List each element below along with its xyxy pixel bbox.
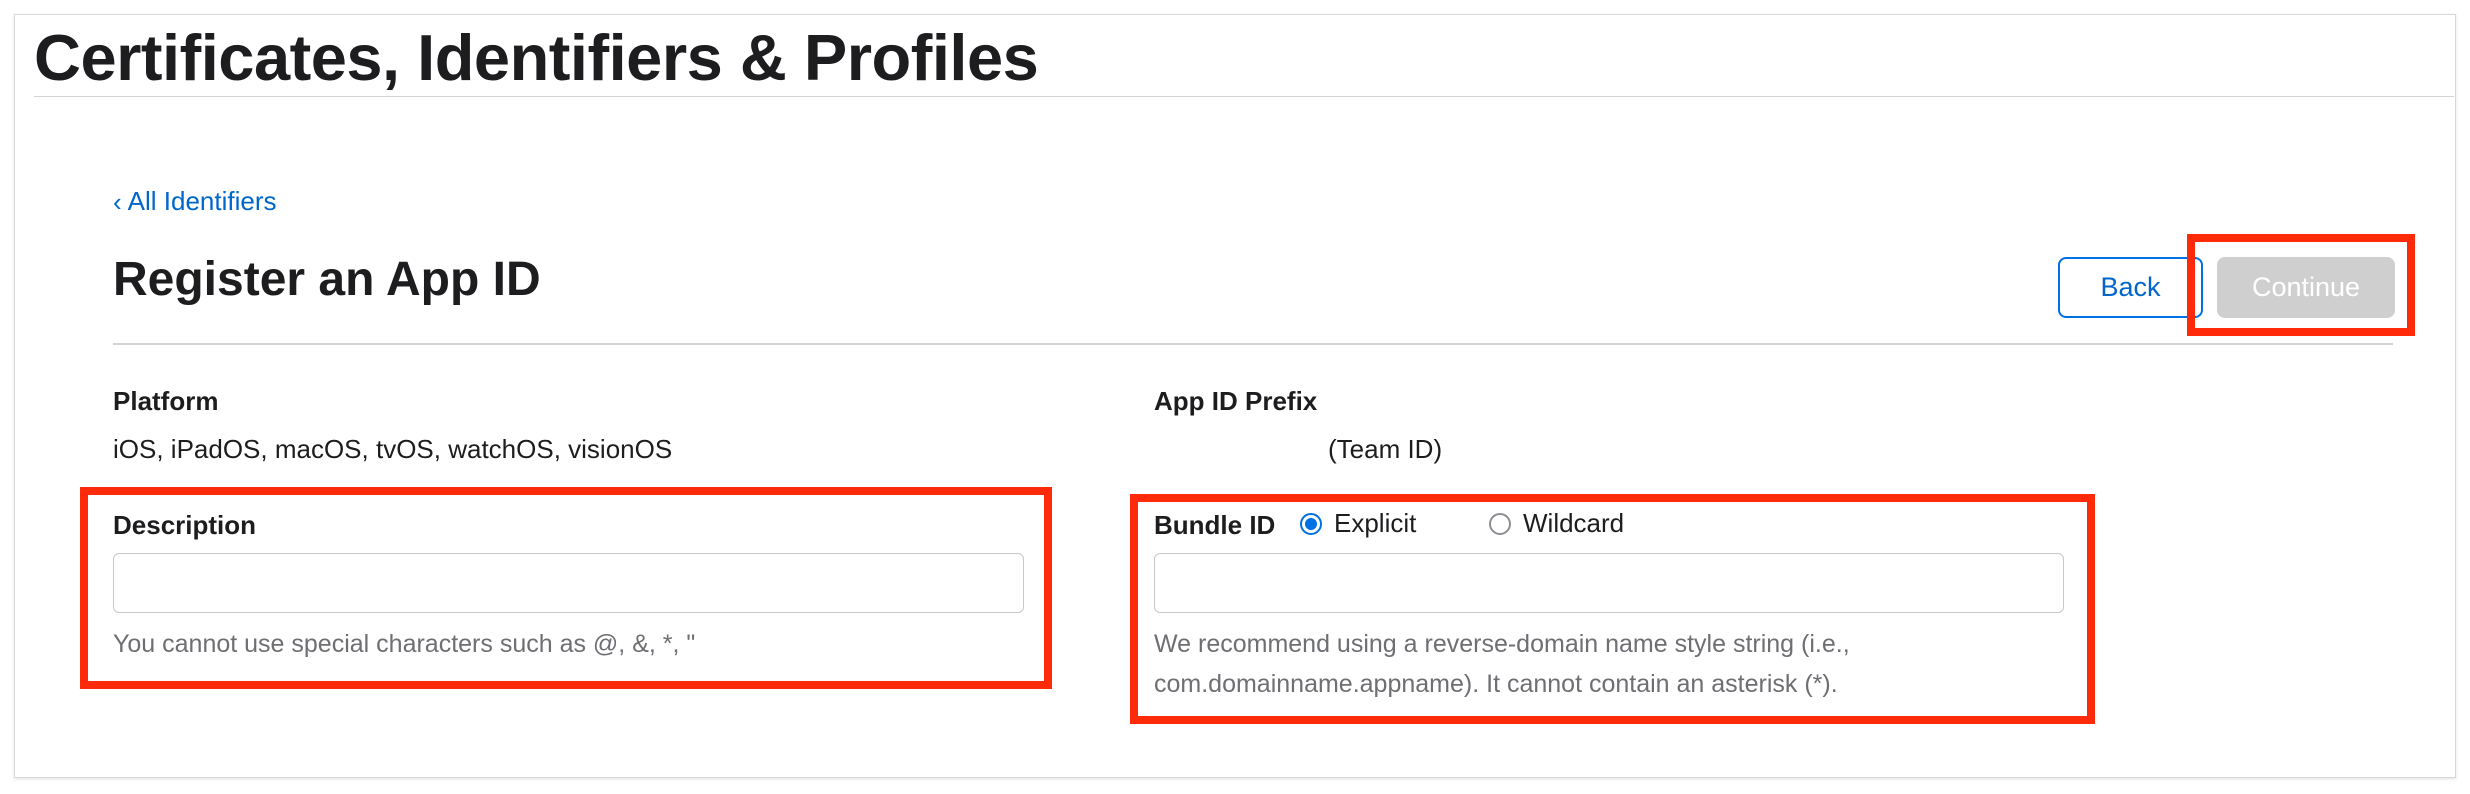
description-label: Description: [113, 510, 257, 540]
radio-wildcard-indicator[interactable]: [1489, 512, 1511, 535]
radio-explicit-label: Explicit: [1334, 508, 1417, 538]
app-id-prefix-label: App ID Prefix: [1154, 386, 1318, 416]
platform-value: iOS, iPadOS, macOS, tvOS, watchOS, visio…: [113, 434, 673, 464]
platform-label: Platform: [113, 386, 219, 416]
radio-wildcard-label: Wildcard: [1523, 508, 1625, 538]
description-input[interactable]: [113, 553, 1024, 613]
breadcrumb-label: All Identifiers: [127, 186, 277, 216]
description-help: You cannot use special characters such a…: [113, 630, 696, 658]
section-title: Register an App ID: [113, 253, 541, 306]
section-divider: [113, 343, 2393, 345]
app-id-prefix-value: (Team ID): [1328, 434, 1443, 464]
bundle-id-help-line2: com.domainname.appname). It cannot conta…: [1154, 670, 1838, 698]
bundle-id-label: Bundle ID: [1154, 510, 1276, 540]
bundle-id-input[interactable]: [1154, 553, 2064, 613]
radio-explicit[interactable]: Explicit: [1300, 508, 1416, 539]
bundle-id-help-line1: We recommend using a reverse-domain name…: [1154, 630, 1850, 658]
radio-explicit-indicator[interactable]: [1300, 512, 1322, 535]
continue-button[interactable]: Continue: [2217, 257, 2395, 318]
radio-wildcard[interactable]: Wildcard: [1489, 508, 1624, 539]
back-button[interactable]: Back: [2058, 257, 2203, 318]
breadcrumb-all-identifiers[interactable]: ‹ All Identifiers: [113, 186, 277, 217]
chevron-left-icon: ‹: [113, 186, 122, 217]
page-title: Certificates, Identifiers & Profiles: [34, 21, 1039, 94]
title-divider: [34, 96, 2454, 97]
